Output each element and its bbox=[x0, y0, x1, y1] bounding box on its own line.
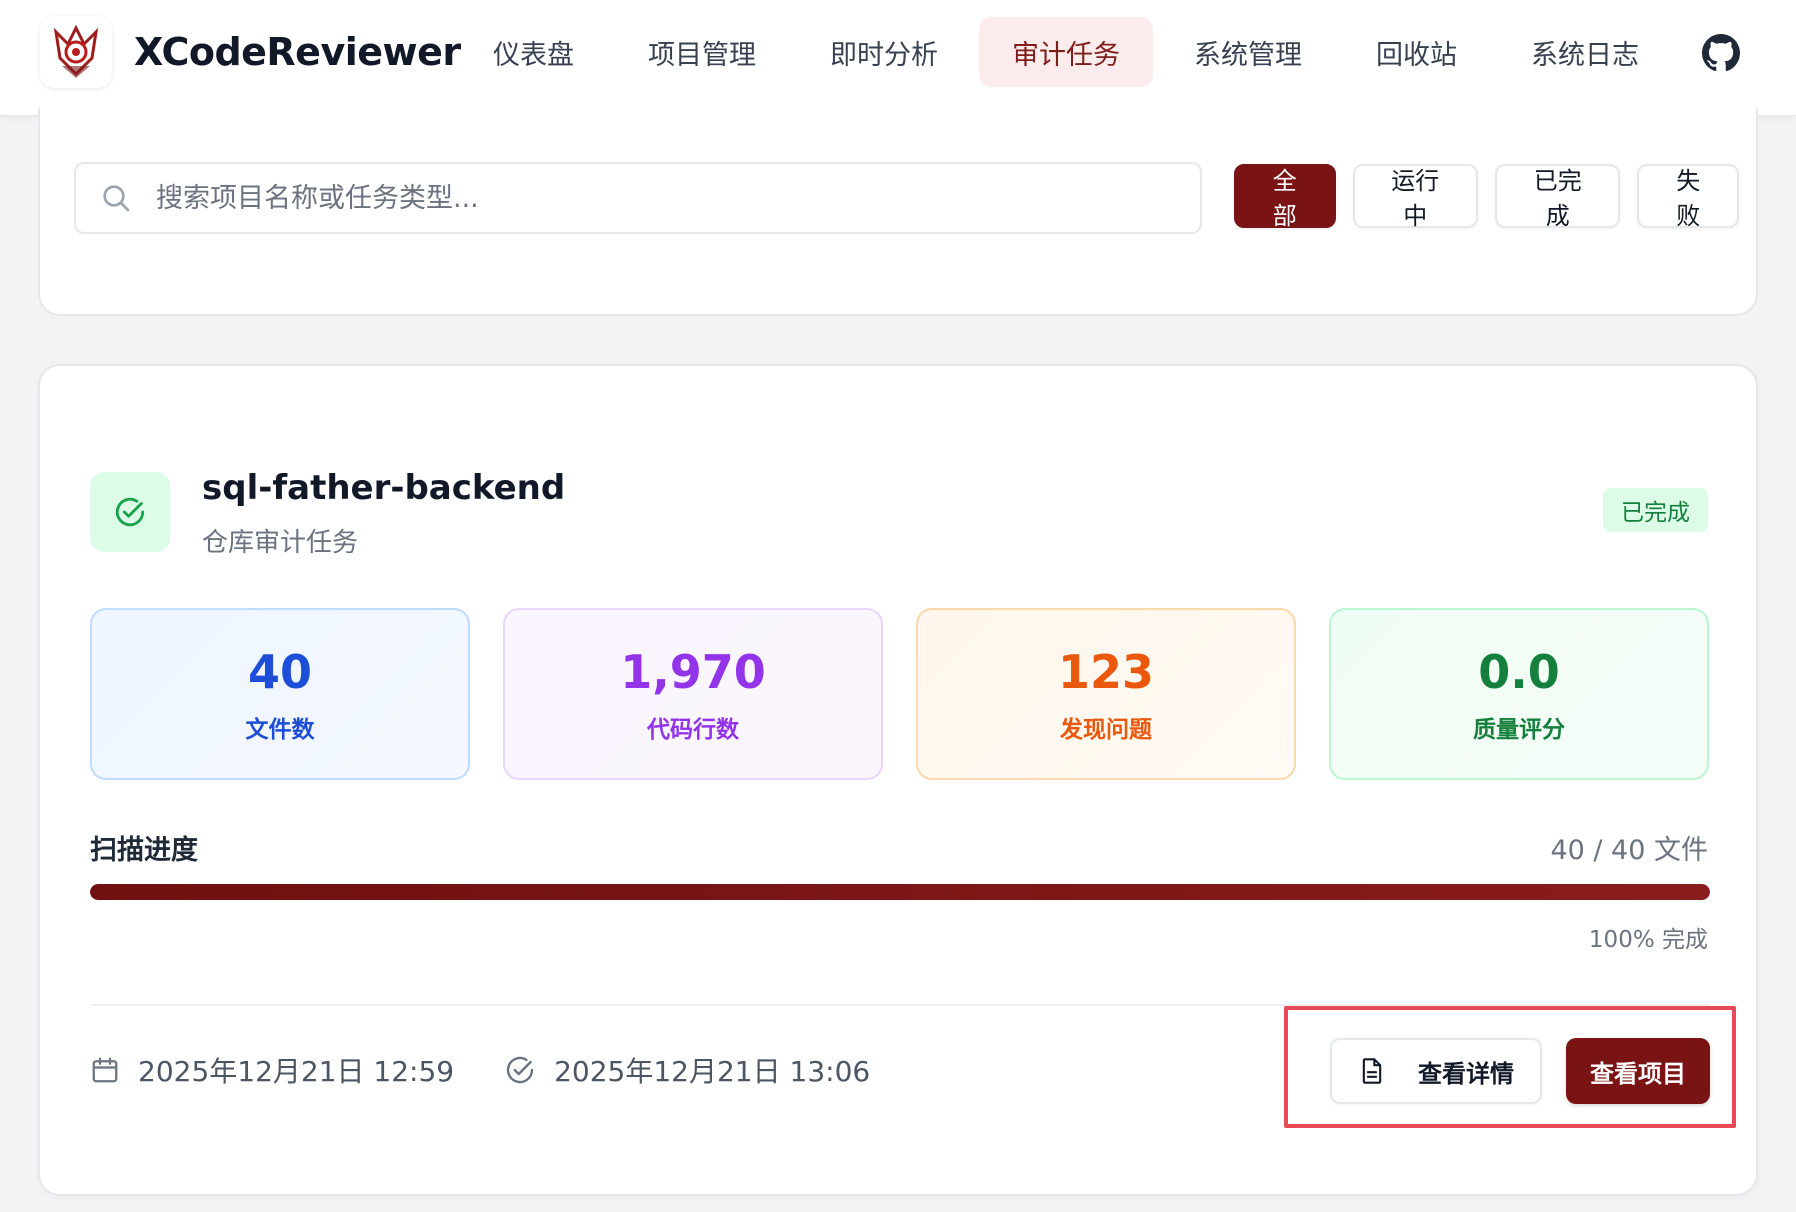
task-title: sql-father-backend bbox=[202, 468, 566, 508]
task-timestamps: 2025年12月21日 12:59 2025年12月21日 13:06 bbox=[90, 1050, 920, 1090]
filter-running-button[interactable]: 运行中 bbox=[1352, 164, 1478, 230]
progress-label: 扫描进度 bbox=[90, 835, 198, 866]
github-icon[interactable] bbox=[1702, 34, 1740, 72]
filter-card: 全部 运行中 已完成 失败 bbox=[38, 108, 1758, 316]
check-circle-icon bbox=[506, 1056, 534, 1084]
task-card[interactable]: sql-father-backend 仓库审计任务 已完成 40 文件数 1,9… bbox=[38, 364, 1758, 1196]
stat-issues-value: 123 bbox=[1057, 645, 1155, 699]
nav-item-system-logs[interactable]: 系统日志 bbox=[1498, 17, 1672, 87]
view-details-label: 查看详情 bbox=[1418, 1059, 1514, 1088]
task-subtitle: 仓库审计任务 bbox=[202, 528, 359, 558]
stat-files: 40 文件数 bbox=[90, 608, 470, 780]
task-stats: 40 文件数 1,970 代码行数 123 发现问题 0.0 质量评分 bbox=[90, 608, 1709, 780]
stat-lines-value: 1,970 bbox=[620, 645, 766, 699]
nav-item-system-admin[interactable]: 系统管理 bbox=[1161, 17, 1335, 87]
top-navbar: XCodeReviewer 仪表盘 项目管理 即时分析 审计任务 系统管理 回收… bbox=[0, 0, 1796, 116]
nav-item-recycle-bin[interactable]: 回收站 bbox=[1343, 17, 1490, 87]
brand[interactable]: XCodeReviewer bbox=[40, 16, 461, 88]
completed-at: 2025年12月21日 13:06 bbox=[504, 1050, 870, 1090]
status-filters: 全部 运行中 已完成 失败 bbox=[1234, 164, 1756, 230]
filter-failed-button[interactable]: 失败 bbox=[1637, 164, 1739, 230]
check-circle-icon bbox=[115, 497, 145, 527]
filter-completed-button[interactable]: 已完成 bbox=[1495, 164, 1621, 230]
stat-issues-label: 发现问题 bbox=[1060, 717, 1152, 743]
stat-quality: 0.0 质量评分 bbox=[1329, 608, 1709, 780]
search-input[interactable] bbox=[156, 168, 1156, 228]
stat-quality-value: 0.0 bbox=[1478, 645, 1560, 699]
nav-item-dashboard[interactable]: 仪表盘 bbox=[460, 17, 607, 87]
stat-lines-label: 代码行数 bbox=[647, 717, 739, 743]
progress-count: 40 / 40 文件 bbox=[1550, 835, 1708, 866]
nav-item-instant-analysis[interactable]: 即时分析 bbox=[797, 17, 971, 87]
view-details-button[interactable]: 查看详情 bbox=[1330, 1038, 1542, 1104]
search-icon bbox=[103, 185, 130, 212]
view-project-button[interactable]: 查看项目 bbox=[1566, 1038, 1710, 1104]
app-logo-icon bbox=[40, 16, 112, 88]
completed-at-text: 2025年12月21日 13:06 bbox=[554, 1055, 871, 1088]
created-at-text: 2025年12月21日 12:59 bbox=[138, 1055, 455, 1088]
nav-item-projects[interactable]: 项目管理 bbox=[615, 17, 789, 87]
progress-percent: 100% 完成 bbox=[1588, 927, 1708, 953]
stat-files-label: 文件数 bbox=[245, 717, 315, 743]
progress-bar bbox=[90, 884, 1710, 900]
status-badge: 已完成 bbox=[1603, 488, 1708, 532]
stat-lines: 1,970 代码行数 bbox=[503, 608, 883, 780]
stat-files-value: 40 bbox=[247, 645, 312, 699]
document-icon bbox=[1362, 1058, 1382, 1084]
stat-quality-label: 质量评分 bbox=[1473, 717, 1565, 743]
task-status-icon-box bbox=[90, 472, 170, 552]
search-box[interactable] bbox=[74, 162, 1202, 234]
stat-issues: 123 发现问题 bbox=[916, 608, 1296, 780]
created-at: 2025年12月21日 12:59 bbox=[90, 1050, 454, 1090]
app-name: XCodeReviewer bbox=[134, 30, 461, 74]
main-nav: 仪表盘 项目管理 即时分析 审计任务 系统管理 回收站 系统日志 bbox=[460, 16, 1680, 88]
filter-all-button[interactable]: 全部 bbox=[1234, 164, 1336, 230]
progress-bar-fill bbox=[90, 884, 1710, 900]
nav-item-audit-tasks[interactable]: 审计任务 bbox=[979, 17, 1153, 87]
calendar-icon bbox=[92, 1057, 118, 1083]
